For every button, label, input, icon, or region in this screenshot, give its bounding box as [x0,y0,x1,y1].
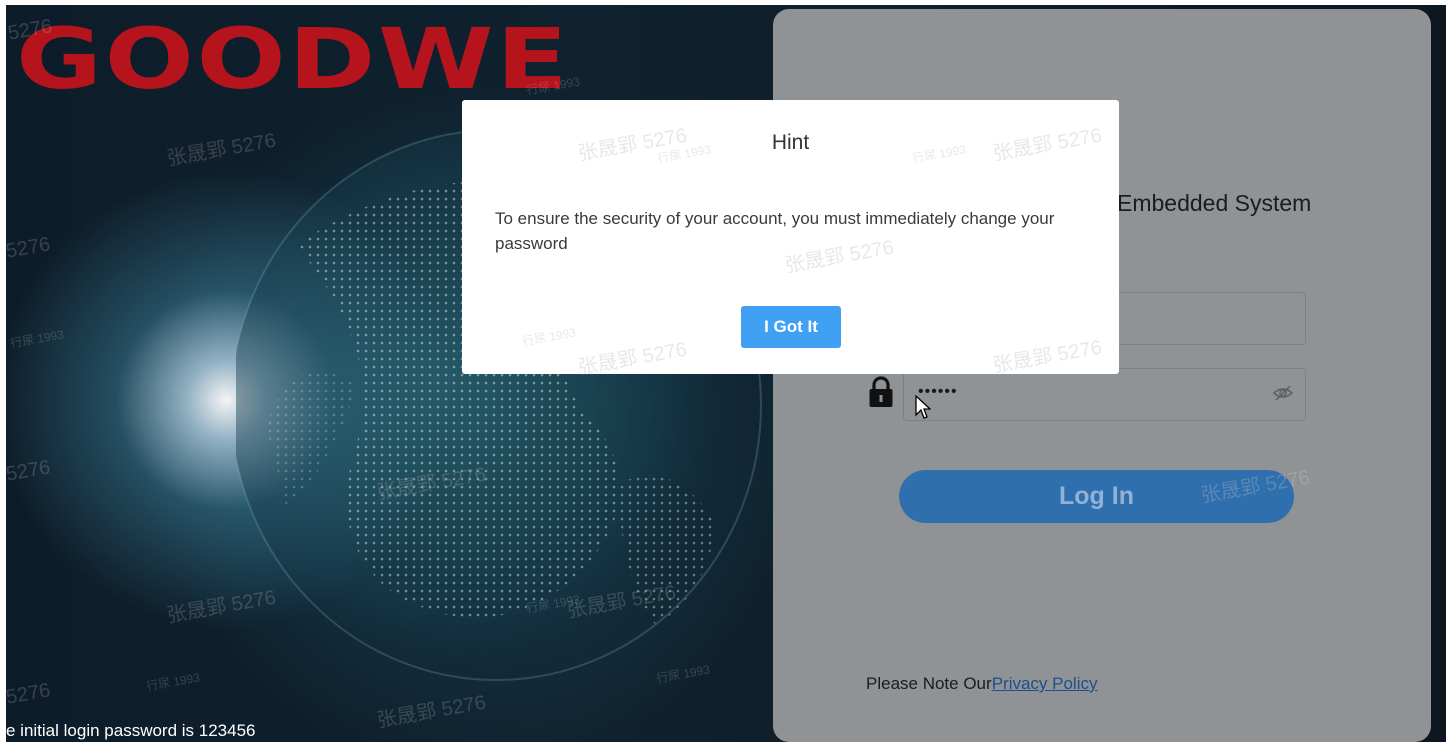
mouse-pointer-icon [915,394,932,426]
privacy-note: Please Note OurPrivacy Policy [866,674,1098,694]
initial-password-note: e initial login password is 123456 [6,721,256,740]
lock-icon [868,376,894,413]
dialog-title: Hint [771,131,810,154]
login-panel-title: Embedded System [1117,190,1312,216]
privacy-prefix: Please Note Our [866,674,992,693]
login-button[interactable]: Log In [899,470,1294,523]
watermark: 张晟郢 5276 [991,336,1104,378]
got-it-button[interactable]: I Got It [741,306,841,348]
watermark: 张晟郢 5276 [576,338,689,380]
watermark: 行尿 1993 [521,325,577,349]
password-input[interactable]: •••••• [903,368,1306,421]
hint-dialog: 张晟郢 5276 行尿 1993 行尿 1993 张晟郢 5276 张晟郢 52… [462,100,1119,379]
eye-slash-icon[interactable] [1272,384,1294,407]
dialog-message: To ensure the security of your account, … [495,209,1055,253]
privacy-policy-link[interactable]: Privacy Policy [992,674,1098,693]
goodwe-logo: GOODWE [16,10,571,108]
